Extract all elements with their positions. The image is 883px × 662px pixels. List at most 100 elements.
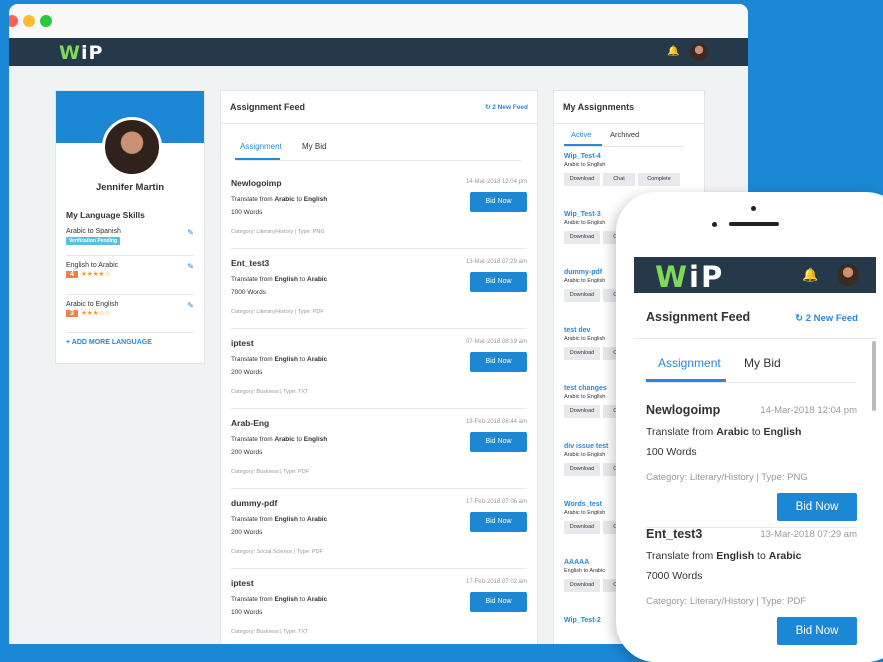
feed-item-date: 14-Mar-2018 12:04 pm [465, 179, 527, 185]
category-text: Category: Literary/History | Type: PDF [646, 596, 807, 607]
translate-line: Translate from English to Arabic [231, 276, 328, 283]
target-language: Arabic [307, 356, 328, 363]
star-rating: ★★★★☆ [80, 271, 110, 278]
top-navbar: WiP 🔔 [9, 38, 748, 66]
source-language: English [716, 550, 755, 562]
target-language: English [763, 426, 802, 438]
edit-pencil-icon[interactable]: ✎ [187, 262, 194, 271]
source-language: English [274, 516, 298, 523]
translate-line: Translate from English to Arabic [231, 516, 328, 523]
edit-pencil-icon[interactable]: ✎ [187, 228, 194, 237]
add-language-link[interactable]: + ADD MORE LANGUAGE [66, 339, 152, 346]
download-button[interactable]: Download [564, 405, 600, 418]
phone-camera [712, 222, 717, 227]
download-button[interactable]: Download [564, 579, 600, 592]
word-count: 200 Words [231, 449, 263, 456]
verification-badge: Verification Pending [66, 237, 121, 245]
feed-item-title[interactable]: Newlogoimp [231, 178, 282, 188]
new-feed-link[interactable]: ↻ 2 New Feed [485, 103, 528, 111]
divider [231, 248, 527, 249]
feed-item-date: 17-Feb-2018 07:06 am [465, 499, 527, 505]
feed-item-title[interactable]: Newlogoimp [646, 403, 720, 417]
feed-item-title[interactable]: Arab-Eng [231, 418, 269, 428]
bid-now-button[interactable]: Bid Now [470, 512, 527, 532]
feed-item-date: 17-Feb-2018 07:02 am [465, 579, 527, 585]
phone-feed-tabs: Assignment My Bid [646, 356, 856, 383]
bell-icon[interactable]: 🔔 [802, 267, 818, 283]
app-logo[interactable]: WiP [59, 42, 103, 64]
phone-new-feed-link[interactable]: ↻ 2 New Feed [795, 313, 858, 324]
user-avatar[interactable] [837, 264, 859, 286]
user-avatar[interactable] [690, 43, 708, 61]
bid-now-button[interactable]: Bid Now [470, 192, 527, 212]
word-count: 200 Words [231, 529, 263, 536]
feed-item-title[interactable]: Ent_test3 [231, 258, 269, 268]
category-text: Category: Business | Type: TXT [231, 389, 309, 395]
bid-now-button[interactable]: Bid Now [470, 432, 527, 452]
download-button[interactable]: Download [564, 347, 600, 360]
assignment-title[interactable]: Wip_Test-4 [564, 153, 694, 160]
maximize-dot[interactable] [40, 15, 52, 27]
feed-item-title[interactable]: iptest [231, 338, 254, 348]
category-text: Category: Literary/History | Type: PDF [231, 309, 324, 315]
feed-item: dummy-pdf 17-Feb-2018 07:06 am Translate f… [231, 498, 527, 578]
tab-my-bid[interactable]: My Bid [302, 142, 326, 151]
feed-item-date: 19-Feb-2018 06:44 am [465, 419, 527, 425]
bid-now-button[interactable]: Bid Now [470, 592, 527, 612]
source-language: English [274, 356, 298, 363]
phone-scrollbar[interactable] [872, 341, 876, 411]
word-count: 200 Words [231, 369, 263, 376]
download-button[interactable]: Download [564, 231, 600, 244]
phone-navbar: WiP 🔔 [634, 257, 876, 294]
bid-now-button[interactable]: Bid Now [470, 272, 527, 292]
complete-button[interactable]: Complete [638, 173, 680, 186]
translate-line: Translate from Arabic to English [646, 426, 802, 438]
window-chrome [9, 4, 748, 38]
translate-line: Translate from English to Arabic [646, 550, 802, 562]
bell-icon[interactable]: 🔔 [667, 46, 679, 57]
tab-archived[interactable]: Archived [610, 130, 639, 139]
bid-now-button[interactable]: Bid Now [777, 617, 857, 645]
phone-feed-title: Assignment Feed [646, 310, 751, 324]
download-button[interactable]: Download [564, 463, 600, 476]
tab-my-bid[interactable]: My Bid [744, 356, 781, 370]
translate-line: Translate from Arabic to English [231, 436, 328, 443]
feed-title: Assignment Feed [230, 102, 306, 112]
star-rating: ★★★☆☆ [80, 310, 110, 317]
feed-item-title[interactable]: dummy-pdf [231, 498, 277, 508]
download-button[interactable]: Download [564, 521, 600, 534]
feed-item-title[interactable]: Ent_test3 [646, 527, 702, 541]
phone-app-logo[interactable]: WiP [655, 260, 724, 294]
phone-sensor [751, 206, 756, 211]
target-language: English [303, 436, 328, 443]
skill-arabic-spanish: Arabic to Spanish ✎ Verification Pending [66, 228, 194, 245]
feed-item: iptest 07-Mar-2018 08:19 am Translate from… [231, 338, 527, 418]
word-count: 100 Words [646, 446, 697, 458]
tab-active[interactable]: Active [571, 130, 591, 139]
bid-now-button[interactable]: Bid Now [777, 493, 857, 521]
chat-button[interactable]: Chat [603, 173, 635, 186]
feed-item: Newlogoimp 14-Mar-2018 12:04 pm Translate … [231, 178, 527, 258]
tab-assignment[interactable]: Assignment [240, 142, 282, 151]
target-language: Arabic [307, 596, 328, 603]
download-button[interactable]: Download [564, 173, 600, 186]
edit-pencil-icon[interactable]: ✎ [187, 301, 194, 310]
source-language: Arabic [274, 436, 295, 443]
close-dot[interactable] [9, 15, 18, 27]
tab-assignment[interactable]: Assignment [658, 356, 721, 370]
minimize-dot[interactable] [23, 15, 35, 27]
feed-item-date: 13-Mar-2018 07:29 am [760, 529, 857, 540]
download-button[interactable]: Download [564, 289, 600, 302]
feed-item-title[interactable]: iptest [231, 578, 254, 588]
word-count: 100 Words [231, 609, 263, 616]
word-count: 7000 Words [231, 289, 266, 296]
phone-mockup: WiP 🔔 Assignment Feed ↻ 2 New Feed Assig… [616, 192, 883, 662]
bid-now-button[interactable]: Bid Now [470, 352, 527, 372]
target-language: English [303, 196, 328, 203]
assignment-status-tabs: Active Archived [564, 130, 684, 147]
target-language: Arabic [768, 550, 802, 562]
feed-item: Arab-Eng 19-Feb-2018 06:44 am Translate fr… [231, 418, 527, 498]
skill-arabic-english: Arabic to English ✎ 3 ★★★☆☆ [66, 301, 194, 317]
source-language: English [274, 596, 298, 603]
source-language: Arabic [274, 196, 295, 203]
